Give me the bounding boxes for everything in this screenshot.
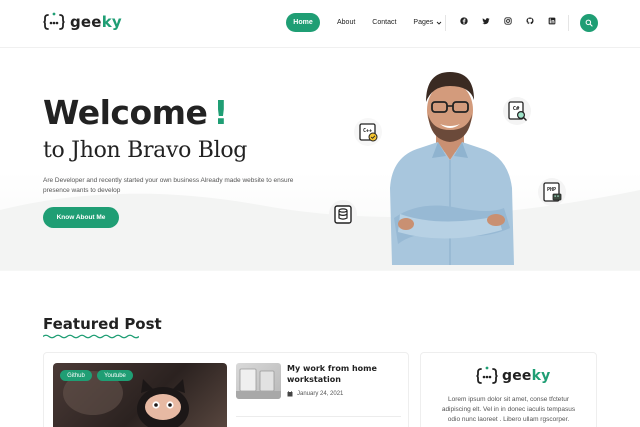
author-photo (390, 72, 514, 265)
linkedin-icon[interactable] (548, 17, 556, 25)
github-icon[interactable] (526, 17, 534, 25)
svg-text:PHP: PHP (547, 187, 556, 193)
search-divider (568, 15, 569, 31)
search-icon (585, 19, 593, 27)
logo-text: geeky (70, 13, 122, 31)
heading-squiggle (43, 334, 139, 339)
logo[interactable]: geeky (43, 12, 122, 32)
nav-contact[interactable]: Contact (372, 19, 396, 26)
widget-about-text: Lorem ipsum dolor sit amet, conse tfctet… (441, 396, 576, 423)
cpp-badge: C++ (354, 118, 382, 146)
facebook-icon[interactable] (460, 17, 468, 25)
post-thumbnail[interactable] (236, 363, 281, 399)
database-badge (329, 200, 357, 228)
database-icon (334, 205, 352, 224)
php-file-icon: PHP (543, 182, 562, 202)
site-header: geeky Home About Contact Pages (0, 0, 640, 48)
nav-contact-label: Contact (372, 19, 397, 26)
nav-divider (445, 15, 446, 31)
widget-logo: geeky (476, 366, 550, 386)
tag-youtube[interactable]: Youtube (97, 370, 133, 381)
hero-title: Welcome! (43, 93, 228, 132)
twitter-icon[interactable] (482, 17, 490, 25)
workstation-thumbnail-icon (236, 368, 281, 399)
nav-about-label: About (337, 19, 356, 26)
main-nav: Home About Contact Pages (286, 13, 442, 32)
logo-brackets-icon (476, 366, 498, 384)
nav-pages-dropdown[interactable]: Pages (413, 19, 442, 26)
calendar-icon (287, 391, 293, 397)
post-title[interactable]: My work from home workstation (287, 363, 397, 385)
tag-github[interactable]: Github (60, 370, 92, 381)
hero-subtitle: to Jhon Bravo Blog (43, 138, 248, 163)
hero-description: Are Developer and recently started your … (43, 177, 294, 194)
php-badge: PHP (538, 178, 566, 206)
know-about-me-button[interactable]: Know About Me (43, 207, 119, 228)
instagram-icon[interactable] (504, 17, 512, 25)
nav-pages-label: Pages (413, 19, 434, 26)
nav-about[interactable]: About (337, 19, 355, 26)
post-divider (236, 416, 401, 417)
featured-heading: Featured Post (43, 315, 162, 333)
svg-text:C++: C++ (363, 128, 372, 134)
nav-home[interactable]: Home (286, 13, 320, 32)
social-links (460, 17, 556, 25)
logo-brackets-icon (43, 12, 65, 30)
cpp-file-icon: C++ (359, 123, 378, 142)
chevron-down-icon (436, 21, 442, 25)
post-date: January 24, 2021 (287, 391, 343, 397)
widget-logo-text: geeky (502, 368, 551, 384)
post-date-text: January 24, 2021 (297, 391, 344, 397)
search-button[interactable] (580, 14, 598, 32)
